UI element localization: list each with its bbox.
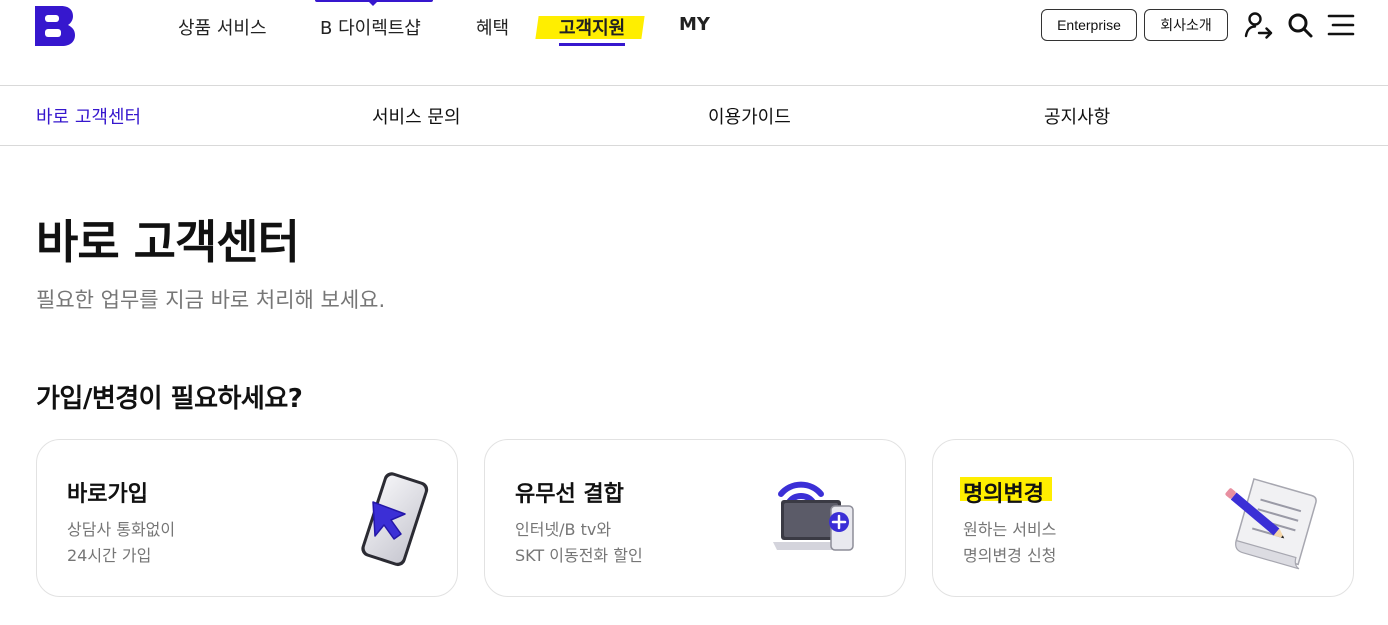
tab-notices[interactable]: 공지사항	[1044, 103, 1110, 129]
laptop-wifi-icon	[773, 481, 854, 551]
card-desc-line: 명의변경 신청	[963, 546, 1057, 565]
enterprise-button[interactable]: Enterprise	[1041, 9, 1137, 41]
card-title: 바로가입	[67, 482, 148, 507]
tab-label: 공지사항	[1044, 107, 1111, 128]
nav-item-direct-shop[interactable]: B 다이렉트샵	[320, 14, 421, 40]
card-direct-signup[interactable]: 바로가입 상담사 통화없이 24시간 가입	[36, 439, 458, 597]
tab-label: 서비스 문의	[372, 107, 461, 128]
card-title: 유무선 결합	[515, 482, 624, 507]
nav-item-label: 혜택	[476, 18, 510, 39]
nav-item-label: 상품 서비스	[178, 18, 267, 39]
tab-usage-guide[interactable]: 이용가이드	[708, 103, 791, 129]
nav-item-benefits[interactable]: 혜택	[476, 14, 509, 40]
card-desc-line: 상담사 통화없이	[67, 520, 176, 539]
tab-service-inquiry[interactable]: 서비스 문의	[372, 103, 461, 129]
card-desc-line: 24시간 가입	[67, 546, 152, 565]
tab-label: 이용가이드	[708, 107, 791, 128]
tab-label: 바로 고객센터	[36, 107, 142, 128]
nav-active-underline	[559, 43, 626, 46]
page-description: 필요한 업무를 지금 바로 처리해 보세요.	[36, 288, 386, 312]
section-title: 가입/변경이 필요하세요?	[36, 384, 303, 414]
phone-cursor-icon	[361, 472, 429, 567]
user-arrow-icon[interactable]	[1244, 10, 1274, 40]
nav-indicator-tip	[368, 1, 378, 6]
nav-item-my[interactable]: MY	[679, 14, 710, 35]
company-intro-button[interactable]: 회사소개	[1144, 9, 1228, 41]
document-pencil-icon	[1225, 478, 1317, 570]
card-desc-line: 인터넷/B tv와	[515, 520, 612, 539]
nav-item-label: B 다이렉트샵	[320, 18, 421, 39]
menu-icon[interactable]	[1326, 10, 1356, 40]
nav-item-products[interactable]: 상품 서비스	[178, 14, 267, 40]
card-title: 명의변경	[960, 476, 1052, 508]
page-title: 바로 고객센터	[36, 215, 300, 269]
global-header: 상품 서비스 B 다이렉트샵 혜택 고객지원 MY Enterprise 회사소…	[0, 0, 1388, 86]
nav-item-support[interactable]: 고객지원	[535, 14, 645, 46]
nav-item-label: MY	[679, 14, 710, 35]
logo-icon[interactable]	[35, 6, 75, 46]
nav-item-label: 고객지원	[559, 18, 626, 39]
search-icon[interactable]	[1285, 10, 1315, 40]
card-desc-line: 원하는 서비스	[963, 520, 1057, 539]
card-wired-wireless-bundle[interactable]: 유무선 결합 인터넷/B tv와 SKT 이동전화 할인	[484, 439, 906, 597]
tab-direct-support[interactable]: 바로 고객센터	[36, 103, 141, 129]
card-desc-line: SKT 이동전화 할인	[515, 546, 643, 565]
card-name-change[interactable]: 명의변경 원하는 서비스 명의변경 신청	[932, 439, 1354, 597]
sub-nav: 바로 고객센터 서비스 문의 이용가이드 공지사항	[0, 86, 1388, 146]
